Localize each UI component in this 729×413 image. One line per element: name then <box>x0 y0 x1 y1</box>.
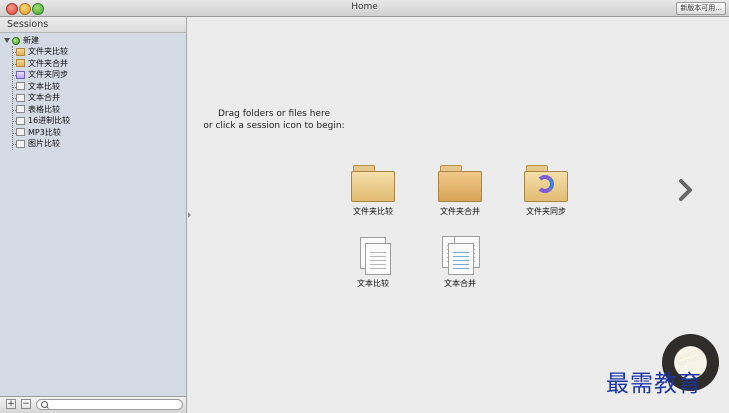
new-session-icon <box>12 36 20 45</box>
text-merge-icon <box>16 93 25 102</box>
sidebar-item-folder-merge[interactable]: 文件夹合并 <box>13 58 184 70</box>
new-session-root[interactable]: 新建 <box>4 35 184 46</box>
sidebar-item-label: 文件夹合并 <box>28 58 68 68</box>
drag-prompt-line-2: or click a session icon to begin: <box>203 121 345 131</box>
sidebar-item-folder-compare[interactable]: 文件夹比较 <box>13 46 184 58</box>
add-session-button[interactable]: + <box>6 399 16 409</box>
text-compare-tile[interactable]: 文本比较 <box>343 235 403 289</box>
chevron-right-icon[interactable] <box>677 178 694 202</box>
remove-session-button[interactable]: − <box>21 399 31 409</box>
folder-compare-icon <box>16 47 25 56</box>
sidebar-item-hex-compare[interactable]: 16进制比较 <box>13 115 184 127</box>
sidebar-item-folder-sync[interactable]: 文件夹同步 <box>13 69 184 81</box>
splitter-handle-icon[interactable] <box>188 212 191 218</box>
watermark-text: 最需教育 <box>606 371 702 397</box>
text-merge-tile[interactable]: 文本合并 <box>430 235 490 289</box>
sidebar-item-text-merge[interactable]: 文本合并 <box>13 92 184 104</box>
sidebar-bottom-bar: + − <box>0 396 186 413</box>
text-merge-label: 文本合并 <box>444 279 476 288</box>
folder-sync-tile[interactable]: 文件夹同步 <box>516 163 576 217</box>
search-icon-handle <box>46 406 49 409</box>
folder-compare-label: 文件夹比较 <box>353 207 393 216</box>
session-tree: 新建 文件夹比较 文件夹合并 文件夹同步 文本比较 文本合并 表格比较 16进制… <box>4 35 184 150</box>
folder-compare-icon <box>350 163 396 203</box>
mp3-compare-icon <box>16 128 25 137</box>
text-compare-icon <box>351 235 396 275</box>
sessions-sidebar: Sessions 新建 文件夹比较 文件夹合并 文件夹同步 文本比较 文本合并 … <box>0 17 187 413</box>
picture-compare-icon <box>16 139 25 148</box>
text-compare-icon <box>16 82 25 91</box>
folder-merge-label: 文件夹合并 <box>440 207 480 216</box>
sidebar-item-label: 图片比较 <box>28 139 60 149</box>
sidebar-item-label: 16进制比较 <box>28 116 71 126</box>
folder-sync-label: 文件夹同步 <box>526 207 566 216</box>
folder-compare-tile[interactable]: 文件夹比较 <box>343 163 403 217</box>
sidebar-item-label: 表格比较 <box>28 104 60 114</box>
drag-prompt-line-1: Drag folders or files here <box>218 109 330 119</box>
folder-sync-icon <box>16 70 25 79</box>
folder-sync-icon <box>523 163 569 203</box>
new-version-button[interactable]: 新版本可用... <box>676 2 726 15</box>
disclosure-triangle-icon[interactable] <box>4 38 10 43</box>
sidebar-item-text-compare[interactable]: 文本比较 <box>13 81 184 93</box>
sidebar-item-label: 文本合并 <box>28 93 60 103</box>
window-titlebar: Home 新版本可用... <box>0 0 729 17</box>
window-title: Home <box>351 2 378 12</box>
drag-prompt: Drag folders or files here or click a se… <box>190 108 358 132</box>
hex-compare-icon <box>16 116 25 125</box>
sidebar-item-label: 文本比较 <box>28 81 60 91</box>
folder-merge-icon <box>437 163 483 203</box>
table-compare-icon <box>16 105 25 114</box>
folder-merge-icon <box>16 59 25 68</box>
folder-merge-tile[interactable]: 文件夹合并 <box>430 163 490 217</box>
text-merge-icon <box>438 235 483 275</box>
sidebar-item-mp3-compare[interactable]: MP3比较 <box>13 127 184 139</box>
session-search-input[interactable] <box>36 399 183 410</box>
new-session-label: 新建 <box>23 36 39 45</box>
sidebar-item-label: MP3比较 <box>28 127 61 137</box>
new-session-children: 文件夹比较 文件夹合并 文件夹同步 文本比较 文本合并 表格比较 16进制比较 … <box>12 46 184 150</box>
sidebar-item-picture-compare[interactable]: 图片比较 <box>13 138 184 150</box>
sidebar-item-label: 文件夹同步 <box>28 70 68 80</box>
sessions-header: Sessions <box>0 17 186 33</box>
sidebar-item-label: 文件夹比较 <box>28 47 68 57</box>
sidebar-item-table-compare[interactable]: 表格比较 <box>13 104 184 116</box>
text-compare-label: 文本比较 <box>357 279 389 288</box>
